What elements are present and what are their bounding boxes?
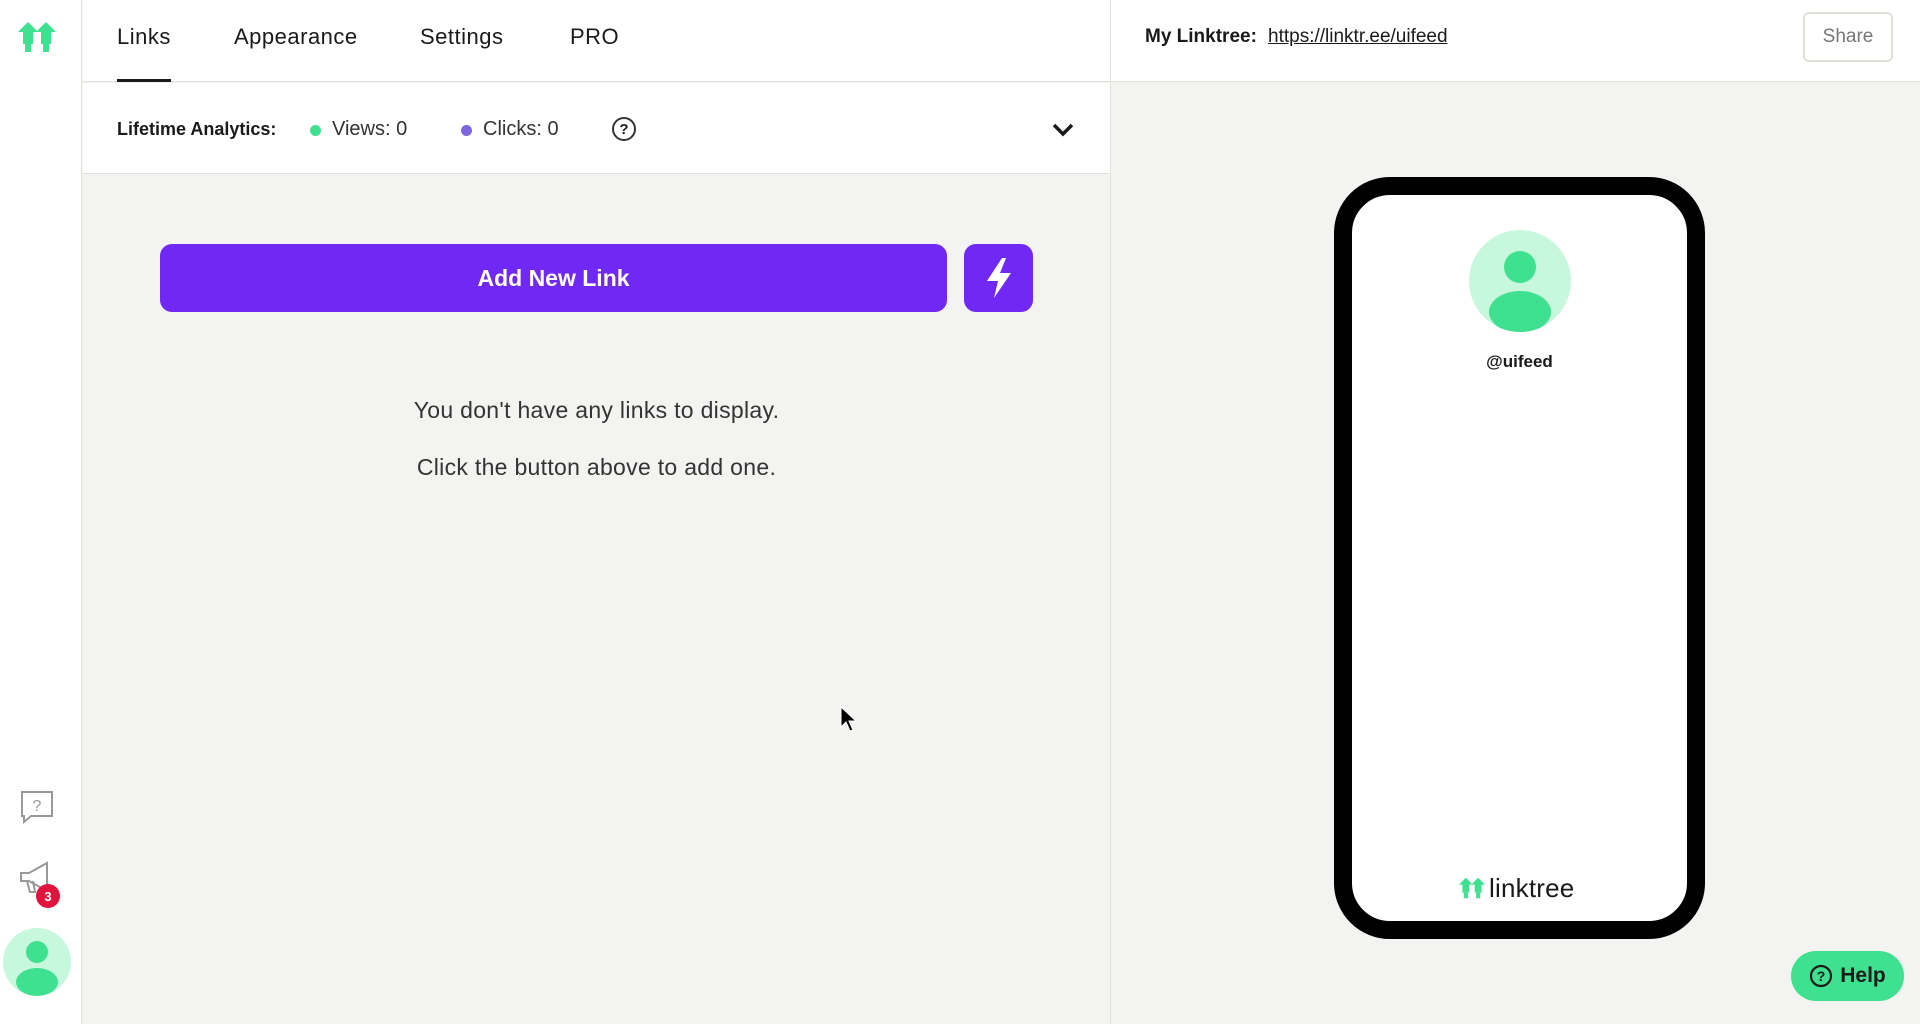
- mouse-cursor-icon: [840, 706, 858, 732]
- notification-badge: 3: [36, 884, 60, 908]
- quick-add-button[interactable]: [964, 244, 1033, 312]
- avatar-icon: [1489, 251, 1551, 332]
- my-linktree-label: My Linktree:: [1145, 26, 1257, 47]
- analytics-help-icon[interactable]: ?: [612, 117, 636, 141]
- top-nav: Links Appearance Settings PRO: [83, 0, 1110, 82]
- preview-handle: @uifeed: [1486, 352, 1553, 371]
- question-circle-icon: ?: [1810, 964, 1833, 988]
- help-bubble-icon[interactable]: ?: [19, 789, 55, 825]
- clicks-count: Clicks: 0: [483, 118, 559, 140]
- clicks-dot: [461, 125, 472, 136]
- share-button[interactable]: Share: [1803, 12, 1893, 62]
- preview-header: My Linktree: https://linktr.ee/uifeed Sh…: [1111, 0, 1920, 82]
- svg-text:?: ?: [1817, 968, 1826, 984]
- avatar-icon: [16, 941, 58, 996]
- views-dot: [310, 125, 321, 136]
- analytics-label: Lifetime Analytics:: [117, 119, 277, 139]
- chevron-down-icon[interactable]: [1051, 119, 1075, 139]
- linktree-logo-icon[interactable]: [18, 22, 56, 52]
- sidebar-rail: ? 3: [0, 0, 82, 1024]
- avatar[interactable]: [3, 928, 71, 996]
- help-label: Help: [1840, 964, 1886, 987]
- analytics-bar[interactable]: Lifetime Analytics: Views: 0 Clicks: 0 ?: [83, 83, 1110, 174]
- empty-message: You don't have any links to display.: [413, 397, 780, 423]
- svg-text:?: ?: [33, 798, 42, 815]
- lightning-bolt-icon: [986, 258, 1011, 298]
- brand-wordmark: linktree: [1489, 872, 1575, 903]
- add-new-link-button[interactable]: Add New Link: [160, 244, 947, 312]
- linktree-url-link[interactable]: https://linktr.ee/uifeed: [1268, 26, 1448, 48]
- tab-pro[interactable]: PRO: [570, 24, 619, 50]
- preview-brand: linktree: [1459, 873, 1574, 903]
- empty-hint: Click the button above to add one.: [416, 454, 777, 480]
- tab-settings[interactable]: Settings: [420, 24, 504, 50]
- linktree-logo-icon: [1459, 877, 1485, 899]
- tab-links[interactable]: Links: [117, 24, 171, 82]
- tab-appearance[interactable]: Appearance: [234, 24, 358, 50]
- help-button[interactable]: ? Help: [1791, 951, 1904, 1001]
- preview-avatar: [1469, 230, 1571, 332]
- views-count: Views: 0: [332, 118, 408, 140]
